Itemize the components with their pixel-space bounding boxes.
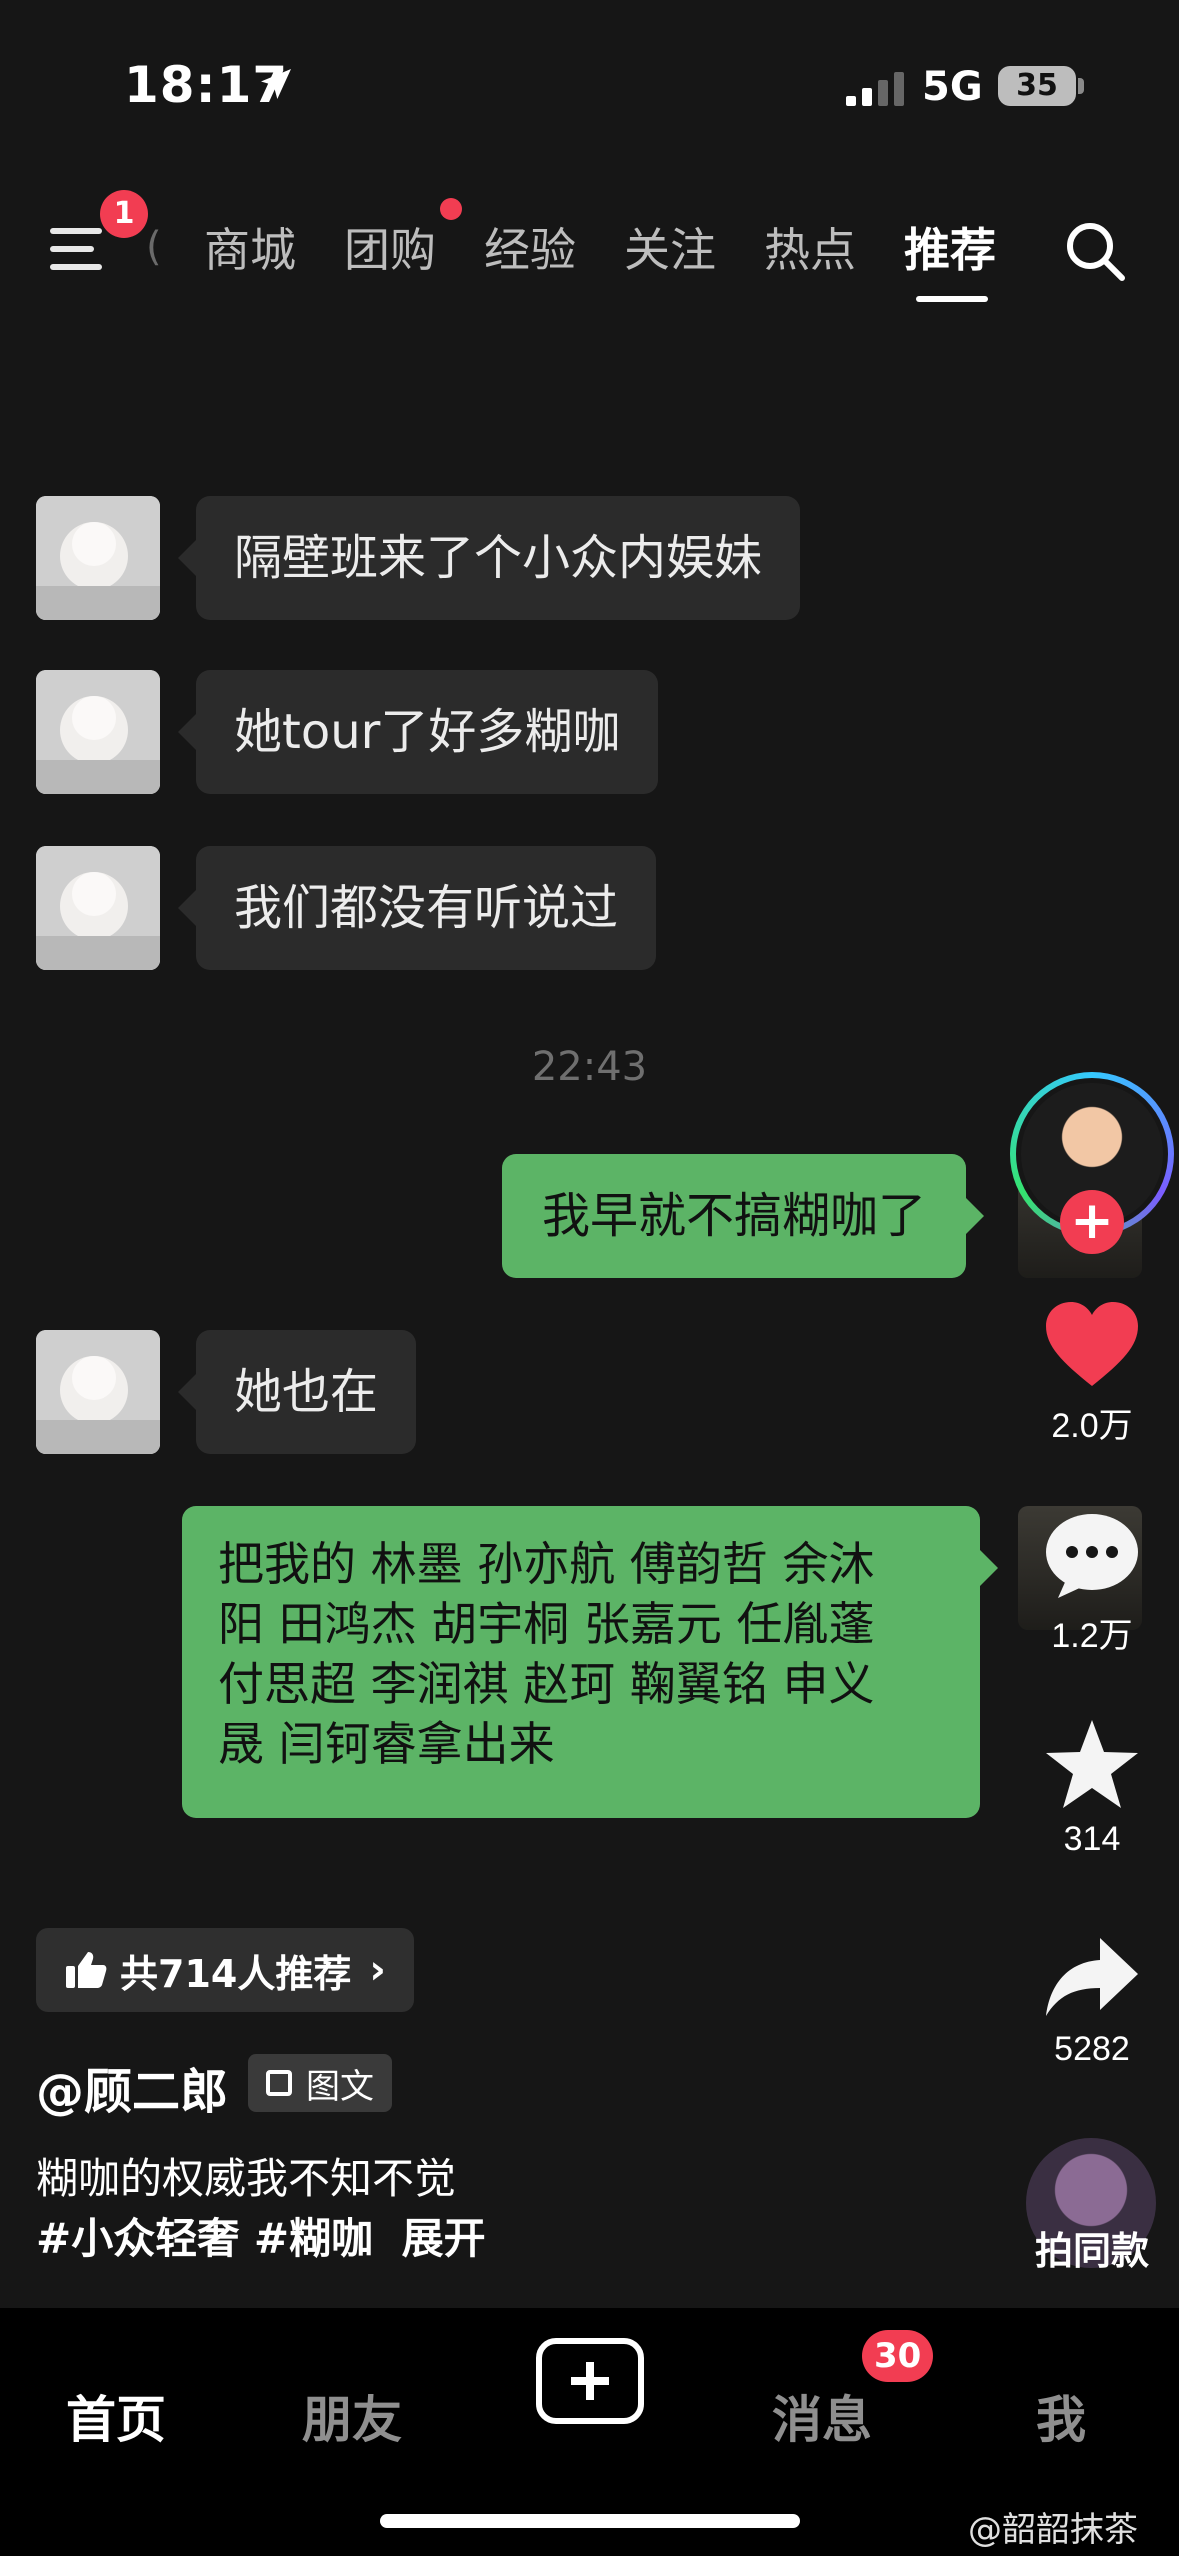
search-icon[interactable] [1060,216,1130,286]
thumbs-up-icon [66,1952,107,1988]
status-bar: 18:17 5G 35 [0,0,1179,170]
avatar [36,1330,160,1454]
tab-mall[interactable]: 商城 [204,214,296,280]
recommend-pill[interactable]: 共714人推荐 › [36,1928,414,2012]
menu-icon-line [50,246,94,252]
comment-button[interactable]: 1.2万 [1010,1510,1174,1657]
post-tags-row: #小众轻奢 #糊咖 展开 [36,2210,486,2268]
message-text: 我们都没有听说过 [234,880,619,936]
like-button[interactable]: 2.0万 [1010,1300,1174,1447]
top-nav: 1 ( 商城 团购 经验 关注 热点 推荐 [0,190,1179,310]
favorite-count: 314 [1063,1820,1121,1858]
share-arrow-icon [1046,1938,1138,2016]
active-tab-underline [916,296,988,302]
message-line: 把我的 林墨 孙亦航 傅韵哲 余沐 [218,1537,875,1591]
tab-messages[interactable]: 消息 [772,2380,872,2452]
avatar-image [36,496,160,620]
tab-following[interactable]: 关注 [624,214,716,280]
avatar-image [36,846,160,970]
group-buy-dot [440,198,462,220]
avatar [36,670,160,794]
message-line: 阳 田鸿杰 胡宇桐 张嘉元 任胤蓬 [218,1597,875,1651]
avatar-image [36,1330,160,1454]
photo-stack-icon [266,2070,292,2096]
heart-icon [1046,1302,1138,1386]
tab-recommend[interactable]: 推荐 [904,214,996,280]
chevron-right-icon: › [369,1947,386,1993]
avatar [36,496,160,620]
signal-icon [846,72,904,106]
comment-count: 1.2万 [1051,1617,1133,1655]
message-bubble-incoming: 隔壁班来了个小众内娱妹 [177,496,801,620]
author-name[interactable]: @顾二郎 [36,2052,228,2122]
tab-hot[interactable]: 热点 [764,214,856,280]
weibo-watermark: @韶韶抹茶 [968,2510,1138,2550]
create-post-button[interactable] [536,2338,644,2424]
comment-icon [1046,1514,1138,1598]
tab-me[interactable]: 我 [1036,2380,1086,2452]
menu-icon [50,228,102,234]
network-type: 5G [922,64,983,110]
plus-icon [571,2362,609,2400]
hashtag-links[interactable]: #小众轻奢 #糊咖 [36,2214,373,2263]
menu-icon-line [50,264,102,270]
battery-indicator: 35 [998,66,1076,106]
message-text: 我早就不搞糊咖了 [542,1188,927,1244]
favorite-button[interactable]: 314 [1010,1716,1174,1859]
recommend-count-text: 共714人推荐 [120,1951,352,1996]
message-line: 付思超 李润祺 赵珂 鞠翼铭 申义 [218,1657,875,1711]
message-bubble-outgoing: 我早就不搞糊咖了 [502,1154,985,1278]
avatar [36,846,160,970]
tab-home[interactable]: 首页 [66,2380,166,2452]
message-line: 晟 闫钶睿拿出来 [218,1717,555,1771]
menu-notification-badge: 1 [100,190,148,238]
message-bubble-outgoing-long: 把我的 林墨 孙亦航 傅韵哲 余沐 阳 田鸿杰 胡宇桐 张嘉元 任胤蓬 付思超 … [182,1506,998,1818]
post-description: 糊咖的权威我不知不觉 [36,2154,457,2203]
tab-friends[interactable]: 朋友 [302,2380,402,2452]
battery-tip [1078,78,1084,94]
expand-link[interactable]: 展开 [402,2214,486,2263]
follow-button[interactable]: + [1060,1190,1124,1254]
like-count: 2.0万 [1051,1407,1133,1445]
location-arrow-icon [261,69,291,99]
message-bubble-incoming: 我们都没有听说过 [177,846,657,970]
star-icon [1046,1720,1138,1808]
post-type-badge: 图文 [248,2054,392,2112]
tab-experience[interactable]: 经验 [484,214,576,280]
same-style-label[interactable]: 拍同款 [1010,2220,1174,2275]
post-type-label: 图文 [306,2066,374,2107]
share-button[interactable]: 5282 [1010,1932,1174,2069]
message-text: 她也在 [234,1364,379,1420]
message-badge: 30 [862,2330,934,2382]
share-count: 5282 [1054,2030,1130,2068]
nav-tab-cut: ( [146,224,162,270]
chat-timestamp: 22:43 [531,1044,648,1090]
avatar-image [36,670,160,794]
home-indicator [380,2514,800,2528]
message-text: 隔壁班来了个小众内娱妹 [234,530,763,586]
tab-group-buy[interactable]: 团购 [344,214,436,280]
message-text: 她tour了好多糊咖 [234,704,621,760]
message-bubble-incoming: 她tour了好多糊咖 [177,670,659,794]
message-bubble-incoming: 她也在 [177,1330,417,1454]
